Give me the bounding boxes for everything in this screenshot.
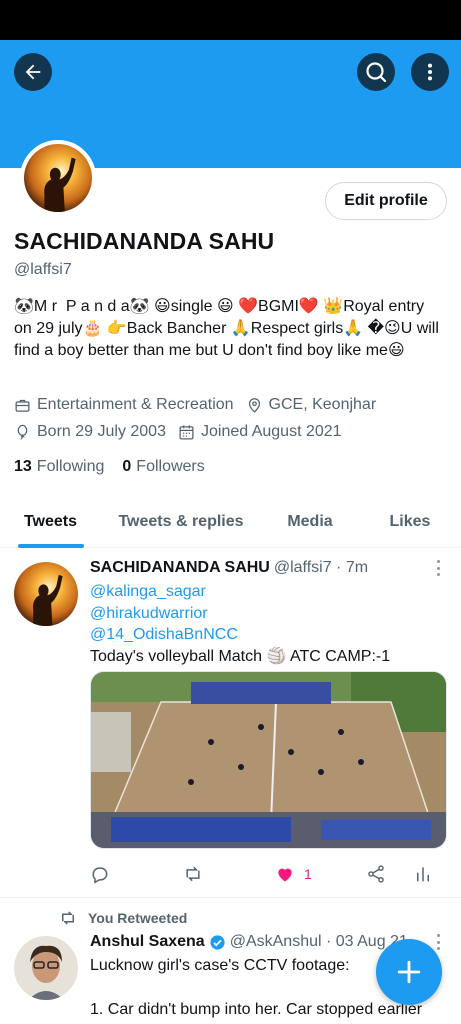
- avatar-image: [14, 936, 78, 1000]
- like-count: 1: [304, 866, 312, 882]
- location-item: GCE, Keonjhar: [246, 396, 377, 414]
- share-icon: [368, 865, 384, 883]
- followers-count[interactable]: 0: [122, 458, 131, 476]
- tweet-avatar[interactable]: [14, 936, 78, 1000]
- mention-link[interactable]: @hirakudwarrior: [90, 603, 390, 625]
- retweet-label: You Retweeted: [88, 910, 188, 926]
- profile-handle: @laffsi7: [14, 261, 72, 278]
- followers-label[interactable]: Followers: [136, 458, 204, 476]
- retweet-context: You Retweeted: [58, 909, 187, 927]
- retweet-icon: [186, 866, 200, 882]
- location-pin-icon: [248, 397, 260, 413]
- tab-tweets[interactable]: Tweets: [0, 496, 101, 548]
- calendar-icon: [179, 424, 194, 440]
- tweet-actions: 1: [90, 862, 440, 886]
- profile-bio: 🐼M r P a n d a🐼 😃single 😃 ❤️BGMI❤️ 👑Roya…: [14, 298, 444, 359]
- analytics-icon: [417, 867, 429, 882]
- category-item: Entertainment & Recreation: [14, 396, 234, 414]
- avatar-image: [14, 562, 78, 626]
- share-button[interactable]: [366, 862, 386, 886]
- tab-tweets-replies[interactable]: Tweets & replies: [101, 496, 261, 548]
- heart-filled-icon: [278, 868, 292, 882]
- tweet-text: Today's volleyball Match 🏐 ATC CAMP:-1: [90, 647, 391, 665]
- mention-link[interactable]: @14_OdishaBnNCC: [90, 624, 390, 646]
- retweet-button[interactable]: [182, 862, 204, 886]
- analytics-button[interactable]: [414, 862, 432, 886]
- verified-badge-icon: [210, 934, 225, 950]
- status-bar: [0, 0, 461, 40]
- mention-link[interactable]: @kalinga_sagar: [90, 581, 390, 603]
- tweet-handle-time: @AskAnshul · 03 Aug 21: [229, 933, 408, 950]
- following-count[interactable]: 13: [14, 458, 32, 476]
- search-button[interactable]: [357, 53, 395, 91]
- retweet-icon: [62, 911, 74, 925]
- profile-name: SACHIDANANDA SAHU: [14, 228, 275, 254]
- tweet-body: @kalinga_sagar @hirakudwarrior @14_Odish…: [90, 581, 390, 667]
- tab-media[interactable]: Media: [261, 496, 359, 548]
- more-options-button[interactable]: [411, 53, 449, 91]
- avatar-image: [24, 144, 92, 212]
- reply-icon: [92, 867, 108, 884]
- reply-button[interactable]: [90, 862, 110, 886]
- search-icon: [366, 62, 387, 83]
- tweet-avatar[interactable]: [14, 562, 78, 626]
- category-text: Entertainment & Recreation: [37, 396, 234, 413]
- location-text: GCE, Keonjhar: [268, 396, 377, 413]
- tab-likes[interactable]: Likes: [359, 496, 461, 548]
- compose-tweet-button[interactable]: [376, 939, 442, 1005]
- tweet-author-name[interactable]: Anshul Saxena: [90, 933, 205, 951]
- tweet-text-line: 1. Car didn't bump into her. Car stopped…: [90, 1001, 423, 1018]
- tweet-handle-time: @laffsi7 · 7m: [273, 559, 369, 576]
- tweet-more-icon[interactable]: [437, 934, 441, 950]
- profile-meta-row-2: Born 29 July 2003 Joined August 2021: [14, 423, 354, 441]
- profile-tabs: Tweets Tweets & replies Media Likes: [0, 496, 461, 548]
- profile-meta-row-1: Entertainment & Recreation GCE, Keonjhar: [14, 396, 388, 414]
- tweet-header: Anshul Saxena @AskAnshul · 03 Aug 21: [90, 933, 408, 951]
- tweet-photo[interactable]: [90, 671, 447, 849]
- back-button[interactable]: [14, 53, 52, 91]
- more-vertical-icon: [427, 63, 433, 81]
- follow-stats: 13 Following 0 Followers: [14, 458, 223, 476]
- joined-text: Joined August 2021: [200, 423, 342, 440]
- tweet-header: SACHIDANANDA SAHU @laffsi7 · 7m: [90, 559, 368, 577]
- edit-profile-button[interactable]: Edit profile: [325, 182, 447, 220]
- like-button[interactable]: 1: [274, 862, 312, 886]
- arrow-left-icon: [25, 64, 41, 80]
- tweet-author-name[interactable]: SACHIDANANDA SAHU: [90, 559, 270, 577]
- briefcase-icon: [15, 399, 30, 412]
- profile-avatar[interactable]: [20, 140, 96, 216]
- following-label[interactable]: Following: [37, 458, 105, 476]
- birthday-item: Born 29 July 2003: [14, 423, 166, 441]
- joined-item: Joined August 2021: [178, 423, 342, 441]
- tweet[interactable]: SACHIDANANDA SAHU @laffsi7 · 7m @kalinga…: [0, 548, 461, 898]
- volleyball-photo: [91, 672, 446, 848]
- balloon-icon: [17, 424, 28, 440]
- plus-icon: [397, 960, 421, 984]
- tweet-more-icon[interactable]: [437, 560, 441, 576]
- birthday-text: Born 29 July 2003: [37, 423, 166, 440]
